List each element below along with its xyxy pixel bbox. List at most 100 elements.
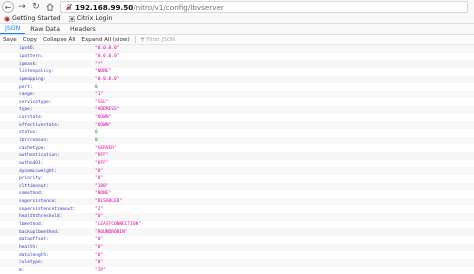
json-viewer-tabs: JSON Raw Data Headers (0, 24, 474, 35)
json-key: priority: (19, 176, 44, 182)
json-row[interactable]: listenpolicy: "NONE" (0, 68, 474, 76)
json-row[interactable]: dataoffset: "0" (0, 236, 474, 244)
filter-json-input[interactable]: Filter JSON (139, 36, 176, 43)
json-key: lbmethod: (19, 222, 44, 228)
json-row[interactable]: sopersistence: "DISABLED" (0, 197, 474, 206)
bookmark-citrix-login[interactable]: Citrix Login (68, 15, 113, 22)
json-key: port: (19, 84, 33, 90)
json-row[interactable]: servicetype: "SSL" (0, 98, 474, 106)
json-value: "0" (95, 237, 104, 243)
filter-placeholder: Filter JSON (146, 36, 176, 43)
json-value: "0.0.0.0" (95, 53, 120, 59)
json-row[interactable]: port: 0 (0, 83, 474, 91)
json-value: "SERVER" (95, 145, 117, 151)
save-button[interactable]: Save (0, 37, 20, 43)
home-button[interactable] (43, 0, 57, 14)
json-key: ipv46: (19, 46, 36, 52)
json-value: "DOWN" (95, 115, 112, 121)
json-row[interactable]: datalength: "0" (0, 251, 474, 259)
json-row[interactable]: backuplbmethod: "ROUNDROBIN" (0, 228, 474, 237)
json-row[interactable]: ipmask: "*" (0, 60, 474, 68)
json-row[interactable]: status: 0 (0, 129, 474, 137)
json-key: curstate: (19, 115, 44, 121)
insecure-lock-icon (66, 4, 72, 10)
json-row[interactable]: ipv46: "0.0.0.0" (0, 45, 474, 53)
json-row[interactable]: curstate: "DOWN" (0, 114, 474, 122)
json-row[interactable]: ipmapping: "0.0.0.0" (0, 75, 474, 84)
json-value: "0" (95, 260, 104, 266)
json-row[interactable]: lbmethod: "LEASTCONNECTION" (0, 221, 474, 229)
json-row[interactable]: type: "ADDRESS" (0, 106, 474, 114)
bookmark-label: Citrix Login (76, 15, 113, 22)
json-value: "OFF" (95, 160, 109, 166)
json-row[interactable]: effectivestate: "DOWN" (0, 121, 474, 130)
json-row[interactable]: lbrrreason: 0 (0, 136, 474, 145)
json-value: "ADDRESS" (95, 107, 120, 113)
json-row[interactable]: priority: "0" (0, 175, 474, 183)
json-key: servicetype: (19, 99, 52, 105)
json-row[interactable]: clttimeout: "180" (0, 182, 474, 191)
json-value: "OFF" (95, 153, 109, 159)
json-row[interactable]: authn401: "OFF" (0, 160, 474, 168)
json-key: sopersistencetimeout: (19, 206, 76, 212)
json-value: "0" (95, 244, 104, 250)
json-row[interactable]: dynamicweight: "0" (0, 167, 474, 175)
forward-button[interactable]: → (15, 0, 29, 14)
json-tree: ipv46: "0.0.0.0" ipattern: "0.0.0.0" ipmask:… (0, 45, 474, 274)
json-value: "2" (95, 206, 104, 212)
json-key: authentication: (19, 153, 60, 159)
json-key: effectivestate: (19, 122, 60, 128)
json-row[interactable]: cachetype: "SERVER" (0, 144, 474, 152)
json-row[interactable]: health: "0" (0, 243, 474, 252)
collapse-all-button[interactable]: Collapse All (40, 37, 78, 43)
json-key: cachetype: (19, 145, 47, 151)
arrow-right-icon: → (18, 2, 26, 12)
json-key: clttimeout: (19, 183, 49, 189)
json-key: listenpolicy: (19, 69, 55, 75)
json-value: "180" (95, 183, 109, 189)
reload-button[interactable]: ↻ (29, 0, 43, 14)
json-row[interactable]: m: "IP" (0, 267, 474, 274)
address-bar[interactable]: 192.168.99.50 /nitro/v1/config/lbvserver (60, 1, 468, 13)
json-key: somethod: (19, 191, 44, 197)
json-value: "DOWN" (95, 122, 112, 128)
tab-json[interactable]: JSON (0, 24, 26, 34)
tab-raw-data[interactable]: Raw Data (25, 24, 65, 34)
json-row[interactable]: authentication: "OFF" (0, 151, 474, 160)
json-row[interactable]: range: "1" (0, 90, 474, 99)
arrow-left-icon: ← (4, 2, 12, 12)
tab-headers[interactable]: Headers (65, 24, 101, 34)
json-row[interactable]: somethod: "NONE" (0, 190, 474, 198)
json-key: status: (19, 130, 38, 136)
back-button[interactable]: ← (2, 1, 14, 13)
json-value: "NONE" (95, 191, 112, 197)
json-key: datalength: (19, 252, 49, 258)
json-key: health: (19, 244, 38, 250)
json-value: "0.0.0.0" (95, 76, 120, 82)
json-value: "DISABLED" (95, 199, 123, 205)
json-value: 0 (95, 138, 98, 143)
json-row[interactable]: healththreshold: "0" (0, 213, 474, 221)
bookmarks-toolbar: Getting Started Citrix Login (0, 14, 474, 24)
json-row[interactable]: ruletype: "0" (0, 258, 474, 267)
json-value: "*" (95, 61, 104, 67)
json-key: ipattern: (19, 53, 44, 59)
bookmark-getting-started[interactable]: Getting Started (4, 15, 61, 22)
copy-button[interactable]: Copy (20, 37, 40, 43)
expand-all-button[interactable]: Expand All (slow) (78, 37, 132, 43)
json-value: "0" (95, 252, 104, 258)
json-value: "LEASTCONNECTION" (95, 222, 142, 228)
json-key: authn401: (19, 160, 44, 166)
toolbar-divider (134, 36, 136, 43)
json-key: healththreshold: (19, 214, 63, 220)
citrix-icon (68, 15, 75, 22)
json-row[interactable]: sopersistencetimeout: "2" (0, 205, 474, 213)
url-host: 192.168.99.50 (75, 2, 134, 12)
json-value: "NONE" (95, 69, 112, 75)
url-path: /nitro/v1/config/lbvserver (133, 2, 224, 12)
json-row[interactable]: ipattern: "0.0.0.0" (0, 53, 474, 61)
json-value: "0" (95, 168, 104, 174)
json-value: "IP" (95, 267, 106, 273)
json-key: ipmask: (19, 61, 38, 67)
json-value: "ROUNDROBIN" (95, 229, 128, 235)
